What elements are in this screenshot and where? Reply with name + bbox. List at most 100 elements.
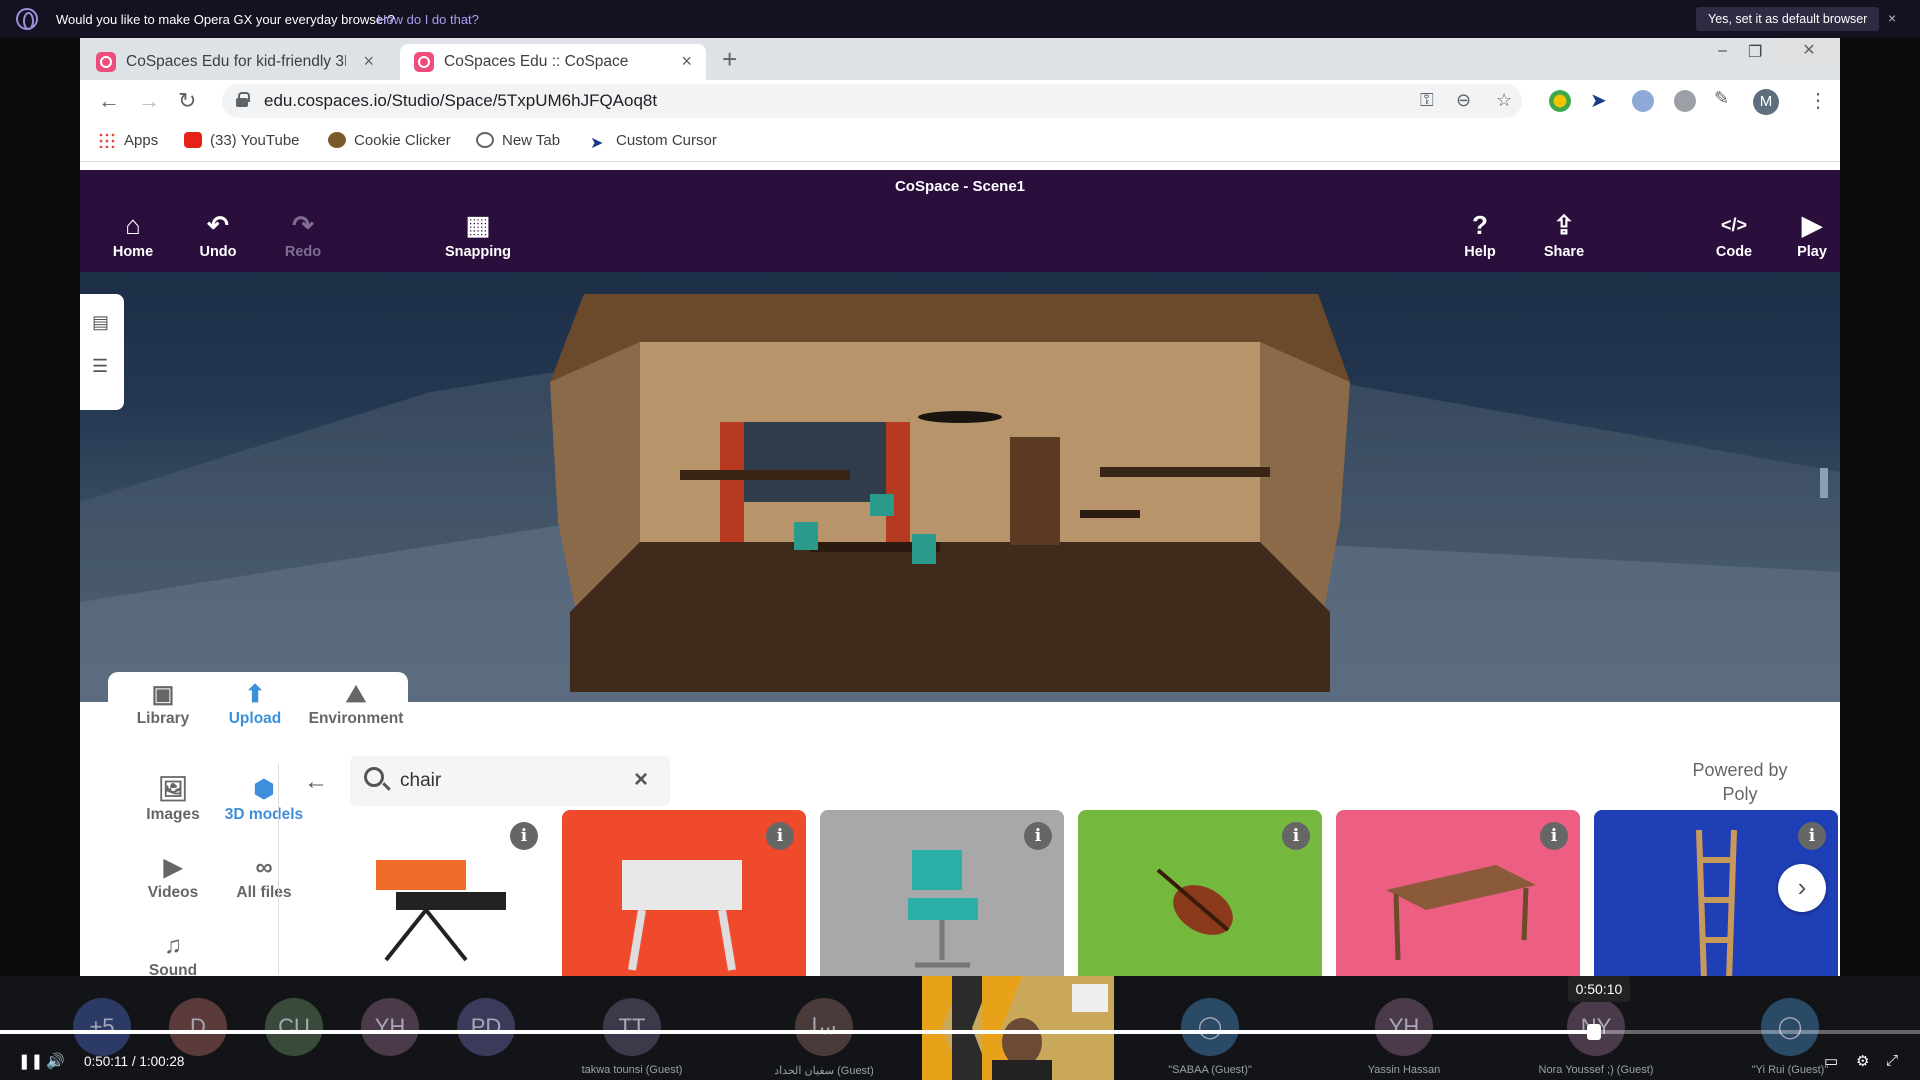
volume-icon[interactable]: 🔊 xyxy=(46,1052,65,1070)
video-progress-bar[interactable] xyxy=(0,1024,1920,1040)
back-icon[interactable]: ← xyxy=(98,88,120,114)
result-card-table[interactable]: i xyxy=(1336,810,1580,992)
play-button[interactable]: ▶ Play xyxy=(1784,210,1840,260)
redo-icon: ↷ xyxy=(292,210,314,240)
settings-gear-icon[interactable]: ⚙ xyxy=(1856,1052,1869,1070)
tab-cospace[interactable]: CoSpaces Edu :: CoSpace × xyxy=(400,44,706,80)
time-display: 0:50:11 / 1:00:28 xyxy=(84,1054,184,1069)
fullscreen-icon[interactable]: ⤢ xyxy=(1886,1052,1898,1069)
info-icon[interactable]: i xyxy=(766,822,794,850)
minimize-icon[interactable]: – xyxy=(1718,42,1727,60)
divider xyxy=(278,764,279,974)
info-icon[interactable]: i xyxy=(1798,822,1826,850)
info-icon[interactable]: i xyxy=(1024,822,1052,850)
undo-label: Undo xyxy=(199,244,237,260)
extension-icon[interactable] xyxy=(1674,90,1696,112)
category-videos[interactable]: ▶ Videos xyxy=(133,852,213,902)
how-do-i-link[interactable]: How do I do that? xyxy=(377,12,479,27)
close-tab-icon[interactable]: × xyxy=(681,51,692,72)
bookmark-label: Cookie Clicker xyxy=(354,132,451,149)
grid-icon: ▦ xyxy=(465,210,491,240)
chandelier xyxy=(918,411,1002,423)
tab-library[interactable]: ▣ Library xyxy=(128,680,198,728)
clear-search-icon[interactable]: × xyxy=(634,766,648,794)
bookmark-new-tab[interactable]: New Tab xyxy=(476,132,560,149)
bookmark-cookie-clicker[interactable]: Cookie Clicker xyxy=(328,132,451,149)
category-images[interactable]: 🖼 Images xyxy=(133,774,213,824)
scene-title: CoSpace - Scene1 xyxy=(894,178,1026,195)
zoom-icon[interactable]: ⊖ xyxy=(1456,90,1471,111)
close-tab-icon[interactable]: × xyxy=(363,51,374,72)
tab-cospaces-edu-home[interactable]: CoSpaces Edu for kid-friendly 3D × xyxy=(82,44,388,80)
progress-knob[interactable] xyxy=(1586,1024,1601,1040)
share-icon: ⇪ xyxy=(1553,210,1575,240)
tab-environment[interactable]: ⛰ Environment xyxy=(304,680,408,728)
captions-icon[interactable]: ▭ xyxy=(1824,1052,1838,1070)
info-icon[interactable]: i xyxy=(1282,822,1310,850)
category-label: All files xyxy=(236,884,292,901)
code-button[interactable]: </> Code xyxy=(1699,210,1769,260)
result-card-robot-walker[interactable]: i xyxy=(562,810,806,992)
reload-icon[interactable]: ↻ xyxy=(178,88,196,114)
snapping-button[interactable]: ▦ Snapping xyxy=(438,210,518,260)
bookmark-apps[interactable]: Apps xyxy=(98,132,158,149)
search-input[interactable]: chair × xyxy=(350,756,670,806)
bookmark-label: Custom Cursor xyxy=(616,132,717,149)
scene-render xyxy=(80,294,1840,702)
bookmark-star-icon[interactable]: ☆ xyxy=(1496,90,1512,111)
lock-icon xyxy=(236,92,250,107)
share-button[interactable]: ⇪ Share xyxy=(1529,210,1599,260)
youtube-icon xyxy=(184,132,202,148)
result-card-lounge-chair[interactable]: i xyxy=(306,810,550,992)
tab-upload[interactable]: ⬆ Upload xyxy=(220,680,290,728)
result-card-violin[interactable]: i xyxy=(1078,810,1322,992)
browser-menu-icon[interactable]: ⋮ xyxy=(1808,88,1828,113)
undo-button[interactable]: ↶ Undo xyxy=(183,210,253,260)
custom-cursor-extension-icon[interactable]: ➤ xyxy=(1590,88,1607,113)
restore-icon[interactable]: ❐ xyxy=(1748,42,1762,62)
redo-button[interactable]: ↷ Redo xyxy=(268,210,338,260)
search-value[interactable]: chair xyxy=(400,770,441,792)
chair xyxy=(870,494,894,516)
key-icon[interactable]: ⚿ xyxy=(1420,90,1434,111)
cube-icon: ⬢ xyxy=(253,776,275,803)
bookmark-custom-cursor[interactable]: ➤ Custom Cursor xyxy=(590,132,717,152)
info-icon[interactable]: i xyxy=(510,822,538,850)
progress-fill xyxy=(0,1030,1594,1034)
new-tab-button[interactable]: + xyxy=(722,44,737,75)
forward-icon[interactable]: → xyxy=(138,88,160,114)
category-all-files[interactable]: ∞ All files xyxy=(224,852,304,902)
library-tabs: ▣ Library ⬆ Upload ⛰ Environment xyxy=(108,672,408,742)
address-bar[interactable]: edu.cospaces.io/Studio/Space/5TxpUM6hJFQ… xyxy=(222,84,1522,118)
cospaces-favicon-icon xyxy=(414,52,434,72)
category-sound[interactable]: ♫ Sound xyxy=(133,930,213,980)
bookmark-label: Apps xyxy=(124,132,159,149)
back-arrow-icon[interactable]: ← xyxy=(304,768,328,796)
next-results-button[interactable]: › xyxy=(1778,864,1826,912)
profile-avatar[interactable]: M xyxy=(1753,89,1779,115)
pause-icon[interactable]: ❚❚ xyxy=(18,1052,43,1070)
eyedropper-icon[interactable]: ✎ xyxy=(1714,88,1729,109)
bookmark-youtube[interactable]: (33) YouTube xyxy=(184,132,300,149)
extension-icon[interactable] xyxy=(1632,90,1654,112)
music-icon: ♫ xyxy=(164,932,182,959)
object-list-icon[interactable]: ☰ xyxy=(92,356,108,377)
result-card-office-chair[interactable]: i xyxy=(820,810,1064,992)
home-button[interactable]: ⌂ Home xyxy=(98,210,168,260)
gallery-icon[interactable]: ▤ xyxy=(92,312,109,333)
scene-viewport[interactable]: ▤ ☰ xyxy=(80,272,1840,702)
tab-label: Upload xyxy=(228,710,282,727)
play-icon: ▶ xyxy=(1802,210,1822,240)
window-close-icon[interactable]: ✕ xyxy=(1780,38,1838,64)
url-text[interactable]: edu.cospaces.io/Studio/Space/5TxpUM6hJFQ… xyxy=(264,91,657,111)
code-icon: </> xyxy=(1720,215,1748,235)
tab-title: CoSpaces Edu for kid-friendly 3D xyxy=(126,53,346,70)
category-3d-models[interactable]: ⬢ 3D models xyxy=(217,774,311,824)
extension-play-icon[interactable] xyxy=(1549,90,1571,112)
viewport-scrollbar[interactable] xyxy=(1820,468,1828,498)
banner-close-icon[interactable]: × xyxy=(1888,10,1896,26)
set-default-browser-button[interactable]: Yes, set it as default browser xyxy=(1696,7,1880,31)
bookmark-label: New Tab xyxy=(502,132,561,149)
help-button[interactable]: ? Help xyxy=(1445,210,1515,260)
info-icon[interactable]: i xyxy=(1540,822,1568,850)
